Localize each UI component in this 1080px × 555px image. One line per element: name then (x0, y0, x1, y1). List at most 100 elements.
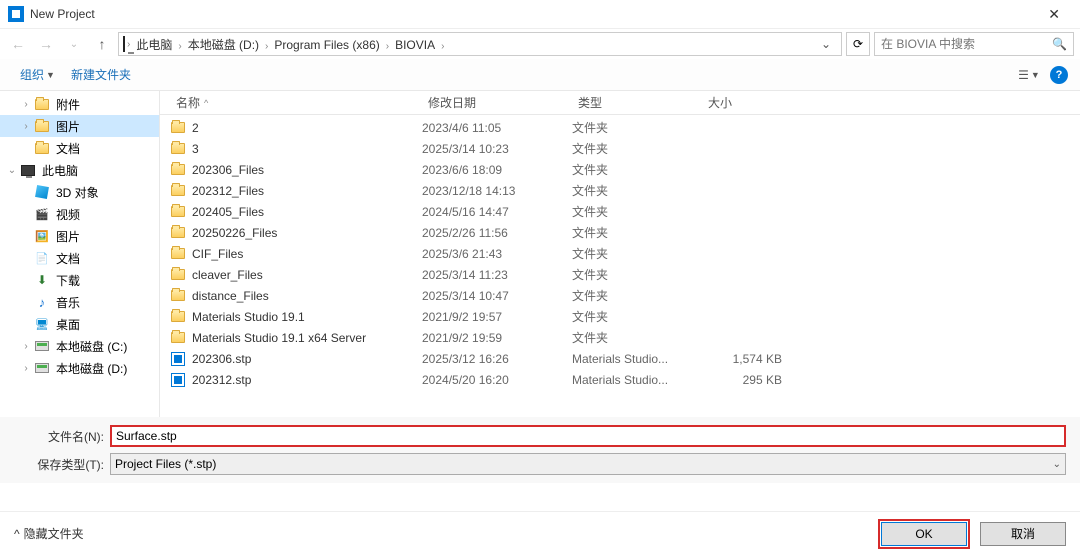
file-type: 文件夹 (572, 329, 702, 346)
file-type: 文件夹 (572, 161, 702, 178)
file-name: Materials Studio 19.1 x64 Server (192, 331, 422, 345)
sidebar-item-label: 桌面 (56, 316, 80, 333)
sidebar-item[interactable]: ⌄此电脑 (0, 159, 159, 181)
sidebar-item[interactable]: › 本地磁盘 (D:) (0, 357, 159, 379)
sidebar-item-label: 音乐 (56, 294, 80, 311)
sidebar-item-label: 文档 (56, 250, 80, 267)
column-header: 名称^ 修改日期 类型 大小 (160, 91, 1080, 115)
breadcrumb-item[interactable]: BIOVIA (391, 36, 439, 54)
expand-icon[interactable]: › (20, 363, 32, 374)
organize-button[interactable]: 组织▼ (12, 62, 63, 87)
sidebar-item[interactable]: ›图片 (0, 225, 159, 247)
search-input[interactable] (881, 37, 1052, 51)
col-name[interactable]: 名称^ (170, 94, 422, 111)
file-row[interactable]: 20250226_Files2025/2/26 11:56文件夹 (170, 222, 1080, 243)
file-row[interactable]: 202405_Files2024/5/16 14:47文件夹 (170, 201, 1080, 222)
back-button[interactable]: ← (6, 32, 30, 56)
file-row[interactable]: CIF_Files2025/3/6 21:43文件夹 (170, 243, 1080, 264)
file-name: cleaver_Files (192, 268, 422, 282)
sidebar-item-label: 本地磁盘 (D:) (56, 360, 127, 377)
file-name: distance_Files (192, 289, 422, 303)
file-row[interactable]: 202306_Files2023/6/6 18:09文件夹 (170, 159, 1080, 180)
view-button[interactable]: ☰ ▼ (1016, 64, 1042, 86)
breadcrumb-item[interactable]: 此电脑 (132, 36, 176, 54)
sidebar-item[interactable]: ›下载 (0, 269, 159, 291)
breadcrumb-item[interactable]: Program Files (x86) (270, 36, 383, 54)
file-row[interactable]: 202306.stp2025/3/12 16:26Materials Studi… (170, 348, 1080, 369)
expand-icon[interactable]: ⌄ (6, 165, 18, 176)
sidebar-item[interactable]: ›音乐 (0, 291, 159, 313)
forward-button[interactable]: → (34, 32, 58, 56)
savetype-label: 保存类型(T): (14, 456, 104, 473)
file-name: 202312_Files (192, 184, 422, 198)
sidebar-item-label: 本地磁盘 (C:) (56, 338, 127, 355)
file-name: 202405_Files (192, 205, 422, 219)
file-date: 2021/9/2 19:57 (422, 310, 572, 324)
sidebar-item[interactable]: ›3D 对象 (0, 181, 159, 203)
folder-icon (170, 246, 186, 262)
ok-button[interactable]: OK (881, 522, 967, 546)
file-row[interactable]: cleaver_Files2025/3/14 11:23文件夹 (170, 264, 1080, 285)
file-row[interactable]: Materials Studio 19.1 x64 Server2021/9/2… (170, 327, 1080, 348)
hide-folders-link[interactable]: ^隐藏文件夹 (14, 525, 84, 542)
new-folder-button[interactable]: 新建文件夹 (63, 62, 139, 87)
file-type: 文件夹 (572, 119, 702, 136)
file-name: 3 (192, 142, 422, 156)
file-row[interactable]: Materials Studio 19.12021/9/2 19:57文件夹 (170, 306, 1080, 327)
file-date: 2025/3/6 21:43 (422, 247, 572, 261)
sidebar-item[interactable]: ›桌面 (0, 313, 159, 335)
sidebar-item[interactable]: › 本地磁盘 (C:) (0, 335, 159, 357)
chevron-up-icon: ^ (14, 527, 20, 541)
file-date: 2025/3/14 10:47 (422, 289, 572, 303)
file-size: 295 KB (702, 373, 782, 387)
sidebar-item-label: 图片 (56, 228, 80, 245)
sidebar-item[interactable]: ›文档 (0, 137, 159, 159)
file-row[interactable]: 22023/4/6 11:05文件夹 (170, 117, 1080, 138)
refresh-button[interactable]: ⟳ (846, 32, 870, 56)
expand-icon[interactable]: › (20, 99, 32, 110)
expand-icon[interactable]: › (20, 341, 32, 352)
breadcrumb-dropdown[interactable]: ⌄ (815, 37, 837, 51)
sidebar-item[interactable]: ›视频 (0, 203, 159, 225)
up-button[interactable]: ↑ (90, 32, 114, 56)
pc-icon (123, 37, 125, 51)
sidebar-item[interactable]: ›图片 (0, 115, 159, 137)
col-type[interactable]: 类型 (572, 94, 702, 111)
file-row[interactable]: distance_Files2025/3/14 10:47文件夹 (170, 285, 1080, 306)
sidebar-item-label: 文档 (56, 140, 80, 157)
sidebar-item[interactable]: ›文档 (0, 247, 159, 269)
search-box[interactable]: 🔍 (874, 32, 1074, 56)
folder-icon (170, 204, 186, 220)
file-row[interactable]: 202312.stp2024/5/20 16:20Materials Studi… (170, 369, 1080, 390)
savetype-select[interactable]: Project Files (*.stp) ⌄ (110, 453, 1066, 475)
file-date: 2025/3/12 16:26 (422, 352, 572, 366)
file-row[interactable]: 202312_Files2023/12/18 14:13文件夹 (170, 180, 1080, 201)
file-date: 2023/4/6 11:05 (422, 121, 572, 135)
file-type: 文件夹 (572, 140, 702, 157)
help-button[interactable]: ? (1050, 66, 1068, 84)
sidebar-item[interactable]: ›附件 (0, 93, 159, 115)
close-button[interactable]: ✕ (1036, 2, 1072, 27)
folder-icon (170, 330, 186, 346)
down-icon (34, 272, 50, 288)
folder-icon (170, 267, 186, 283)
chevron-right-icon: › (439, 41, 446, 52)
expand-icon[interactable]: › (20, 121, 32, 132)
chevron-right-icon: › (384, 41, 391, 52)
col-size[interactable]: 大小 (702, 94, 782, 111)
file-row[interactable]: 32025/3/14 10:23文件夹 (170, 138, 1080, 159)
sidebar-item-label: 3D 对象 (56, 184, 99, 201)
filename-input[interactable] (110, 425, 1066, 447)
file-date: 2024/5/16 14:47 (422, 205, 572, 219)
recent-button[interactable]: ⌄ (62, 32, 86, 56)
cancel-button[interactable]: 取消 (980, 522, 1066, 546)
breadcrumb-item[interactable]: 本地磁盘 (D:) (184, 36, 263, 54)
titlebar: New Project ✕ (0, 0, 1080, 29)
file-type: 文件夹 (572, 224, 702, 241)
file-type: 文件夹 (572, 287, 702, 304)
file-name: CIF_Files (192, 247, 422, 261)
file-date: 2025/3/14 10:23 (422, 142, 572, 156)
breadcrumb[interactable]: › 此电脑›本地磁盘 (D:)›Program Files (x86)›BIOV… (118, 32, 842, 56)
folder-icon (170, 288, 186, 304)
col-date[interactable]: 修改日期 (422, 94, 572, 111)
